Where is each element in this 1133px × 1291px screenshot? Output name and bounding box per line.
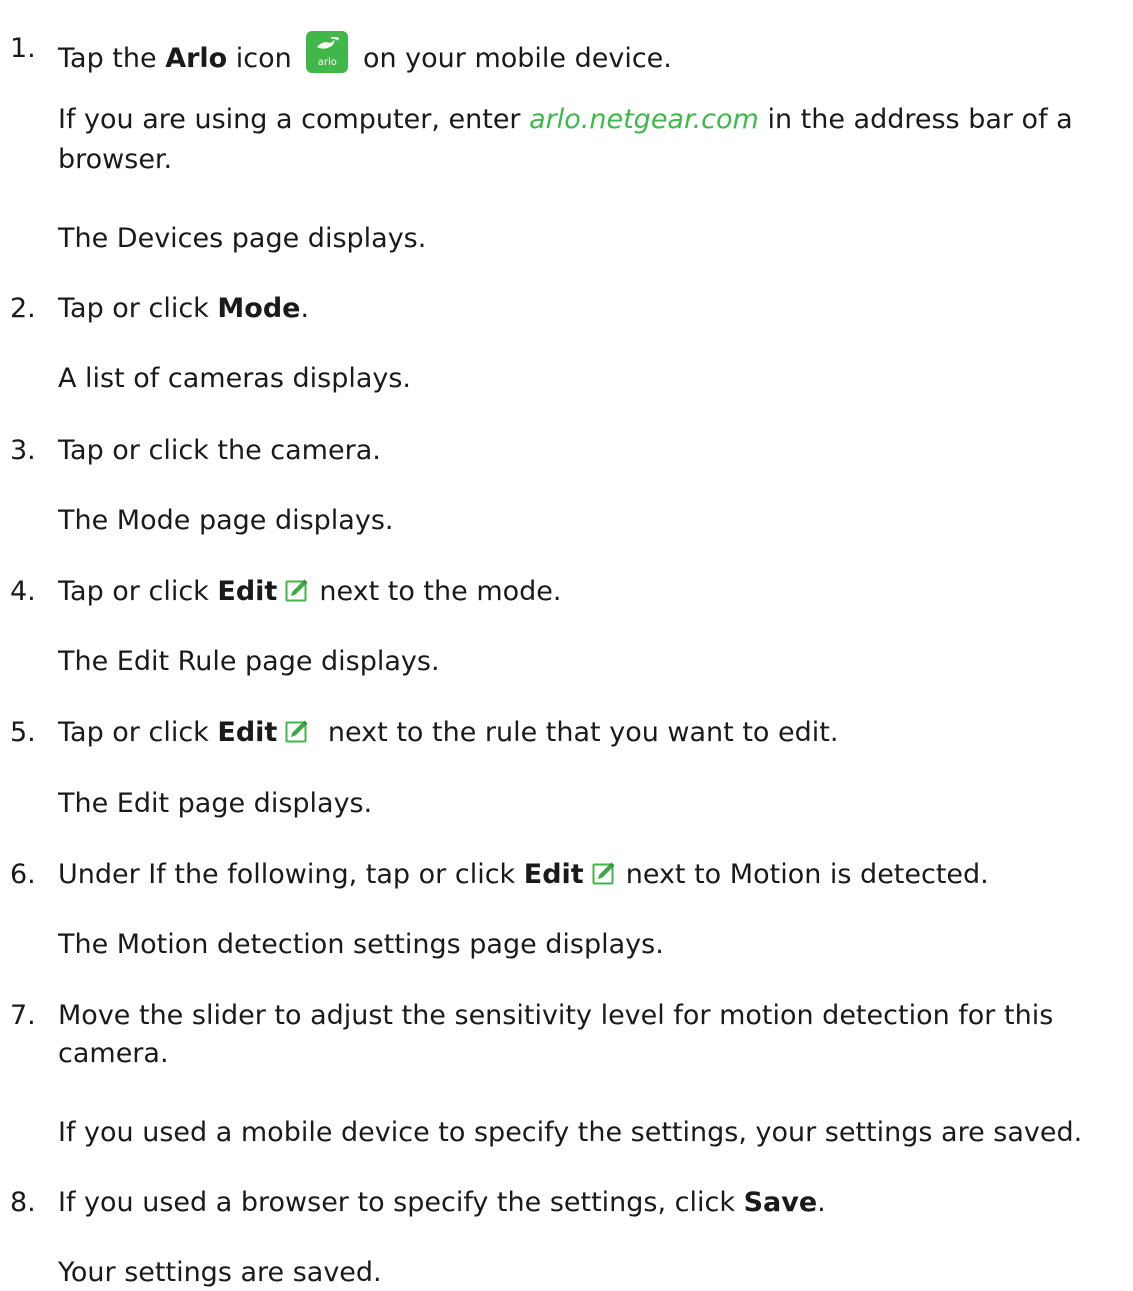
step-1-result: The Devices page displays.: [58, 223, 427, 254]
arlo-app-icon: arlo: [306, 31, 349, 73]
arlo-website-link[interactable]: arlo.netgear.com: [529, 104, 759, 135]
step-6-result: The Motion detection settings page displ…: [58, 929, 664, 960]
step-2-result: A list of cameras displays.: [58, 363, 412, 394]
step-7-text: Move the slider to adjust the sensitivit…: [58, 1000, 1054, 1031]
step-1-note-line2: browser.: [58, 144, 173, 175]
step-3-result: The Mode page displays.: [58, 505, 394, 536]
step-3-text: Tap or click the camera.: [58, 435, 381, 466]
step-number: 6.: [10, 859, 36, 890]
save-bold: Save: [743, 1187, 818, 1218]
step-number: 2.: [10, 293, 36, 324]
step-2-text: Tap or click Mode.: [58, 293, 310, 324]
arlo-bold: Arlo: [165, 43, 228, 74]
step-number: 7.: [10, 1000, 36, 1031]
step-7-result: If you used a mobile device to specify t…: [58, 1117, 1083, 1148]
mode-bold: Mode: [217, 293, 301, 324]
step-number: 8.: [10, 1187, 36, 1218]
step-7-text-line2: camera.: [58, 1038, 169, 1069]
edit-bold: Edit: [217, 576, 278, 607]
step-5-result: The Edit page displays.: [58, 788, 373, 819]
edit-bold: Edit: [523, 859, 584, 890]
edit-bold: Edit: [217, 717, 278, 748]
step-8-result: Your settings are saved.: [58, 1257, 382, 1288]
step-6-text: Under If the following, tap or click Edi…: [58, 859, 989, 890]
step-number: 5.: [10, 717, 36, 748]
edit-icon: [285, 579, 308, 602]
step-1-note: If you are using a computer, enter arlo.…: [58, 104, 1073, 135]
step-1-text: Tap the Arlo icon arlo on your mobile de…: [58, 31, 672, 77]
edit-icon: [592, 862, 615, 885]
step-5-text: Tap or click Edit next to the rule that …: [58, 717, 839, 748]
step-8-text: If you used a browser to specify the set…: [58, 1187, 826, 1218]
step-number: 4.: [10, 576, 36, 607]
step-4-text: Tap or click Edit next to the mode.: [58, 576, 562, 607]
edit-icon: [285, 720, 308, 743]
step-number: 3.: [10, 435, 36, 466]
step-number: 1.: [10, 33, 36, 64]
step-4-result: The Edit Rule page displays.: [58, 646, 440, 677]
instruction-document: 1. Tap the Arlo icon arlo on your mobile…: [0, 0, 1133, 1288]
